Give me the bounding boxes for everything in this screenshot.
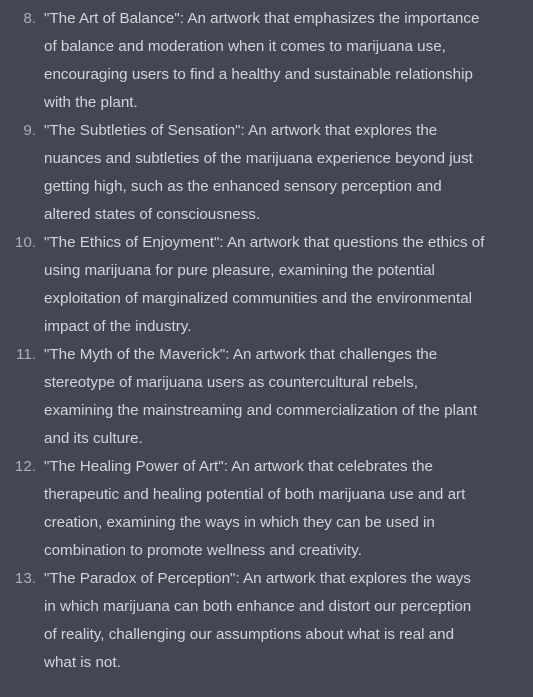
list-item: 8. "The Art of Balance": An artwork that… [0,5,485,117]
list-item-text: "The Subtleties of Sensation": An artwor… [44,122,473,223]
list-item: 13. "The Paradox of Perception": An artw… [0,565,485,677]
numbered-list: 8. "The Art of Balance": An artwork that… [0,5,485,677]
list-item: 12. "The Healing Power of Art": An artwo… [0,453,485,565]
list-item-number: 9. [23,122,36,139]
list-item: 9. "The Subtleties of Sensation": An art… [0,117,485,229]
list-item-number: 13. [14,570,36,587]
list-item: 10. "The Ethics of Enjoyment": An artwor… [0,229,485,341]
list-item-number: 11. [16,346,36,363]
list-item-number: 10. [14,234,36,251]
list-item-text: "The Paradox of Perception": An artwork … [44,570,472,671]
chat-message-content: 8. "The Art of Balance": An artwork that… [0,0,533,697]
list-item: 11. "The Myth of the Maverick": An artwo… [0,341,485,453]
list-item-number: 12. [14,458,36,475]
list-item-text: "The Myth of the Maverick": An artwork t… [44,346,478,447]
list-item-text: "The Art of Balance": An artwork that em… [44,10,480,111]
list-item-text: "The Ethics of Enjoyment": An artwork th… [44,234,485,335]
list-item-text: "The Healing Power of Art": An artwork t… [44,458,466,559]
list-item-number: 8. [23,10,36,27]
